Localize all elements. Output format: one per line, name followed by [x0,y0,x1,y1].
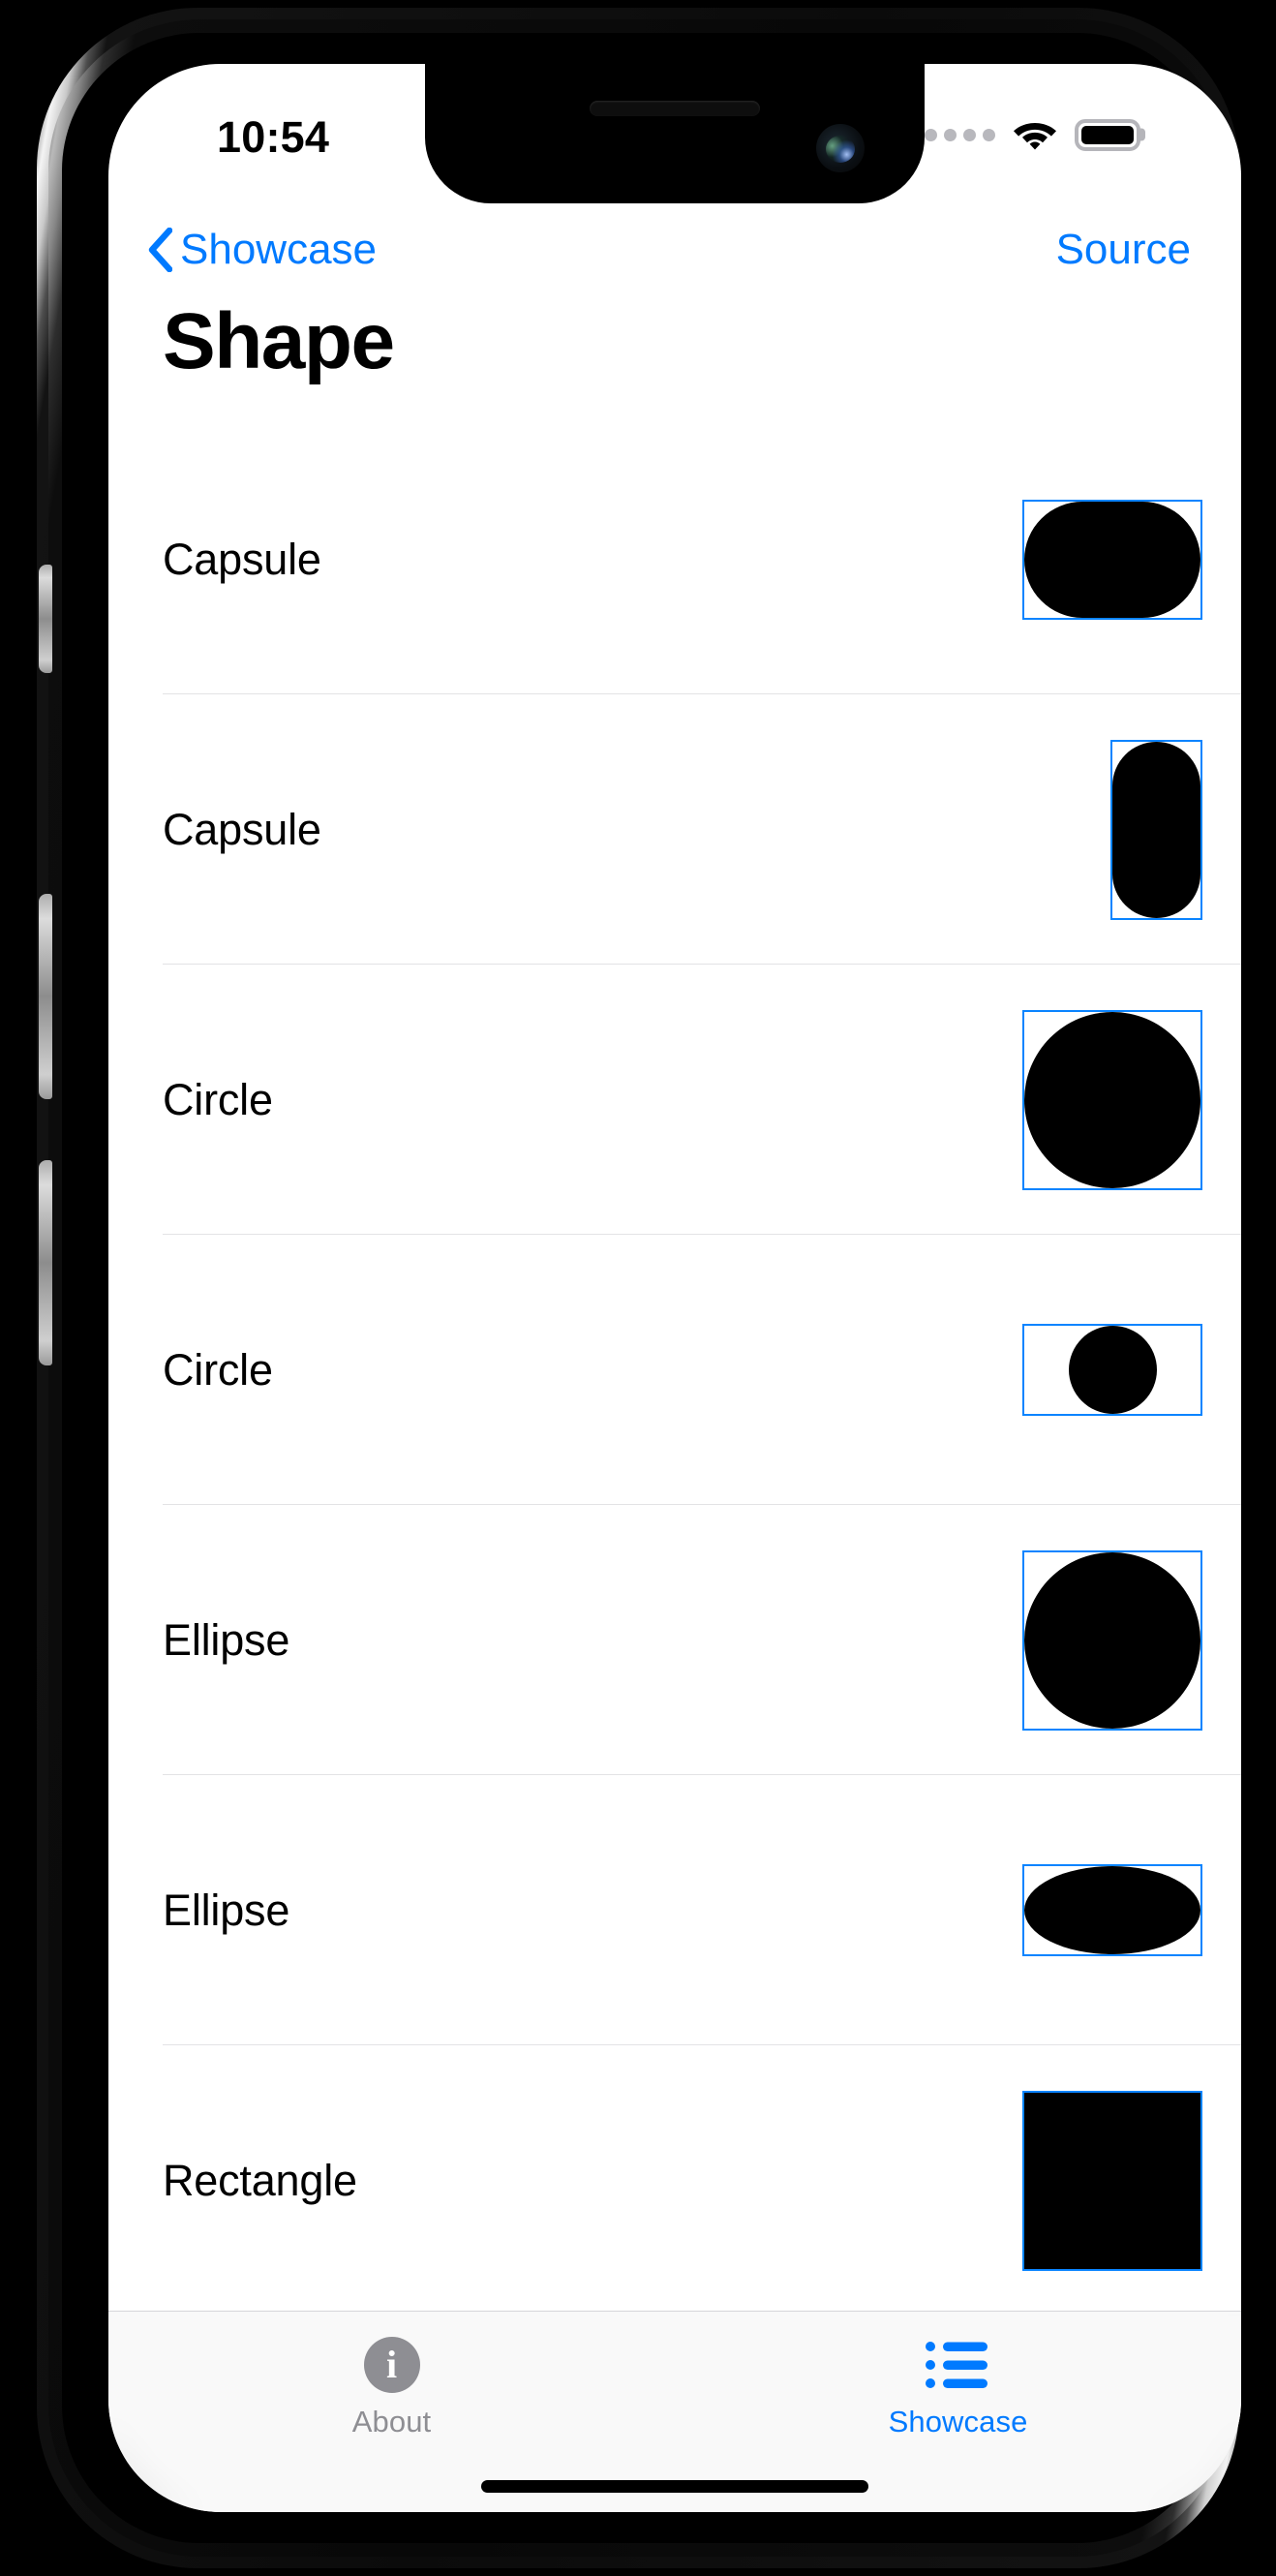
shape-preview-box [1110,739,1202,920]
tab-showcase-label: Showcase [888,2405,1028,2438]
status-bar-time: 10:54 [217,112,330,162]
row-label: Ellipse [163,1885,290,1935]
rectangle-shape [1024,2092,1200,2269]
battery-icon [1075,118,1145,151]
notch [425,64,925,203]
wifi-icon [1014,123,1056,150]
front-camera [816,124,865,172]
ellipse-wide-shape [1024,1866,1200,1954]
row-label: Circle [163,1344,273,1395]
row-label: Ellipse [163,1614,290,1665]
screenshot-stage: 10:54 Showcase Source Shape Capsule Caps… [0,0,1276,2576]
silent-switch-button[interactable] [39,565,52,673]
battery-fill [1081,125,1134,144]
page-title: Shape [163,297,395,385]
info-circle-glyph: i [363,2337,420,2393]
earpiece-speaker [590,101,760,116]
shape-preview-box [1022,1324,1202,1416]
home-indicator[interactable] [481,2480,868,2493]
ellipse-round-shape [1024,1551,1200,1729]
capsule-horizontal-shape [1024,501,1200,618]
shape-preview-box [1022,2090,1202,2271]
battery-cap [1140,128,1145,141]
shape-list[interactable]: Capsule Capsule Circle Circle Ellipse Ellipse… [108,424,1241,2512]
status-bar-indicators [925,118,1145,151]
phone-frame-outer: 10:54 Showcase Source Shape Capsule Caps… [37,8,1241,2568]
row-label: Rectangle [163,2155,357,2205]
row-label: Capsule [163,804,321,854]
row-label: Capsule [163,534,321,584]
list-bullet-icon [925,2335,991,2395]
capsule-vertical-shape [1112,741,1200,918]
table-row[interactable]: Ellipse [108,1775,1241,2045]
row-label: Circle [163,1074,273,1124]
shape-preview-box [1022,1864,1202,1956]
circle-small-shape [1068,1326,1157,1414]
table-row[interactable]: Circle [108,965,1241,1235]
info-circle-icon: i [363,2335,420,2395]
cellular-signal-dots-icon [925,128,995,141]
back-button-label: Showcase [180,226,378,273]
navigation-bar: Showcase Source [108,203,1241,296]
table-row[interactable]: Rectangle [108,2045,1241,2315]
back-button[interactable]: Showcase [147,226,377,274]
chevron-left-icon [147,227,173,273]
shape-preview-box [1022,1549,1202,1731]
circle-large-shape [1024,1011,1200,1188]
source-button[interactable]: Source [1056,226,1191,274]
shape-preview-box [1022,499,1202,620]
volume-down-button[interactable] [39,1160,52,1365]
volume-up-button[interactable] [39,894,52,1099]
shape-preview-box [1022,1009,1202,1190]
table-row[interactable]: Ellipse [108,1505,1241,1775]
table-row[interactable]: Capsule [108,424,1241,694]
phone-screen: 10:54 Showcase Source Shape Capsule Caps… [108,64,1241,2512]
tab-about-label: About [351,2405,432,2438]
table-row[interactable]: Circle [108,1235,1241,1505]
table-row[interactable]: Capsule [108,694,1241,965]
